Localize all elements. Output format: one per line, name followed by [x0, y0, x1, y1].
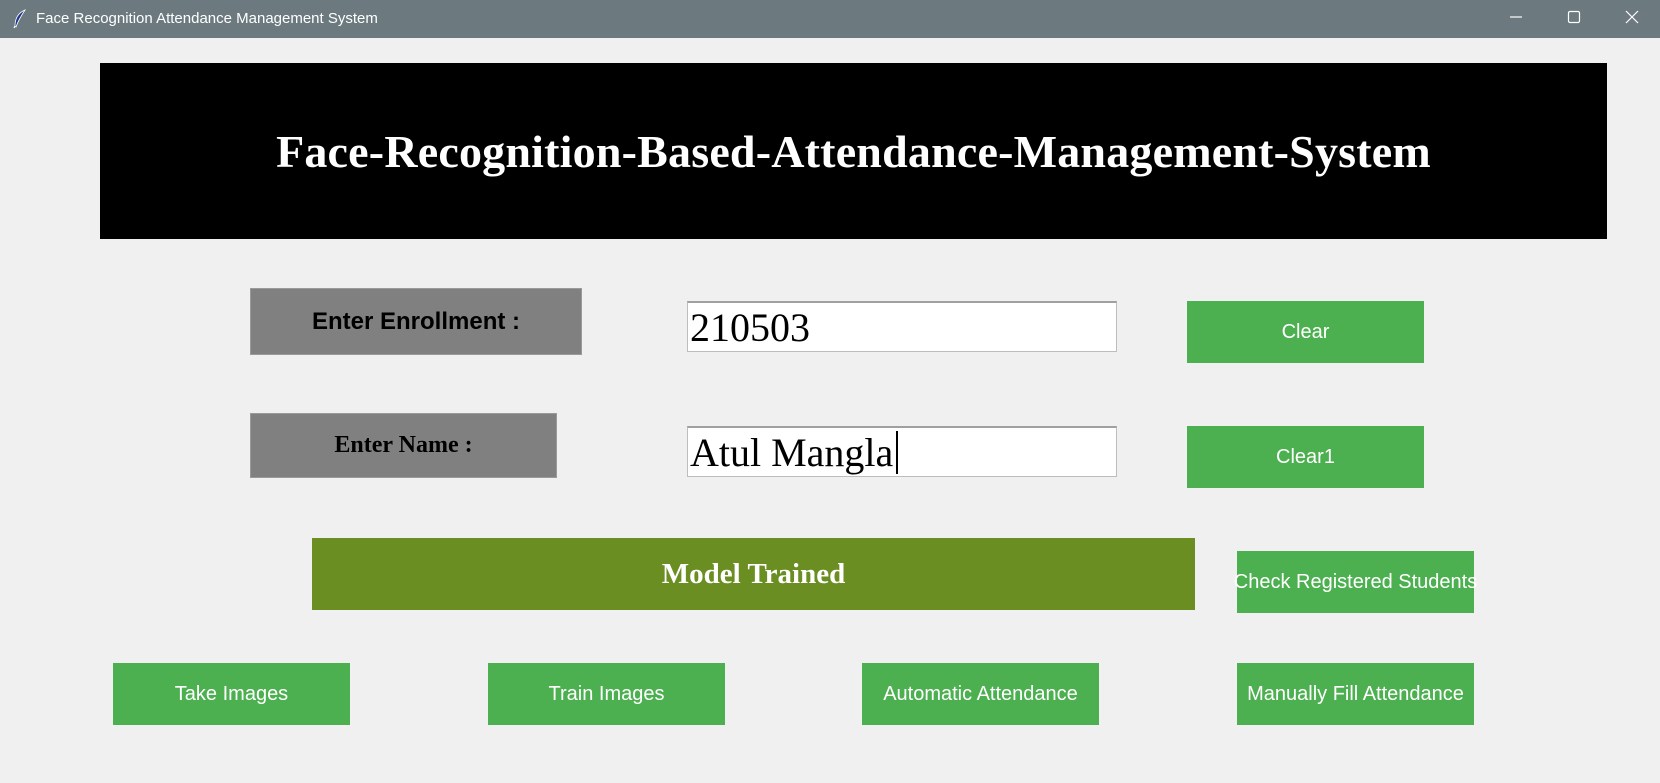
- enrollment-input[interactable]: [687, 301, 1117, 352]
- window-title: Face Recognition Attendance Management S…: [36, 10, 378, 27]
- app-content: Face-Recognition-Based-Attendance-Manage…: [0, 38, 1660, 783]
- train-images-button[interactable]: Train Images: [488, 663, 725, 725]
- close-icon: [1625, 10, 1639, 29]
- maximize-icon: [1567, 10, 1581, 29]
- automatic-attendance-button[interactable]: Automatic Attendance: [862, 663, 1099, 725]
- title-banner: Face-Recognition-Based-Attendance-Manage…: [100, 63, 1607, 239]
- clear1-button[interactable]: Clear1: [1187, 426, 1424, 488]
- text-cursor: [896, 431, 898, 474]
- maximize-button[interactable]: [1545, 0, 1603, 38]
- minimize-icon: [1509, 10, 1523, 29]
- check-registered-students-button[interactable]: Check Registered Students: [1234, 551, 1477, 613]
- name-input[interactable]: [687, 426, 1117, 477]
- banner-title: Face-Recognition-Based-Attendance-Manage…: [276, 125, 1431, 177]
- minimize-button[interactable]: [1487, 0, 1545, 38]
- take-images-button[interactable]: Take Images: [113, 663, 350, 725]
- clear-button[interactable]: Clear: [1187, 301, 1424, 363]
- name-label: Enter Name :: [250, 413, 557, 478]
- feather-icon: [12, 9, 28, 29]
- window-titlebar: Face Recognition Attendance Management S…: [0, 0, 1660, 38]
- manually-fill-attendance-button[interactable]: Manually Fill Attendance: [1237, 663, 1474, 725]
- enrollment-label: Enter Enrollment :: [250, 288, 582, 355]
- status-message: Model Trained: [312, 538, 1195, 610]
- close-button[interactable]: [1603, 0, 1660, 38]
